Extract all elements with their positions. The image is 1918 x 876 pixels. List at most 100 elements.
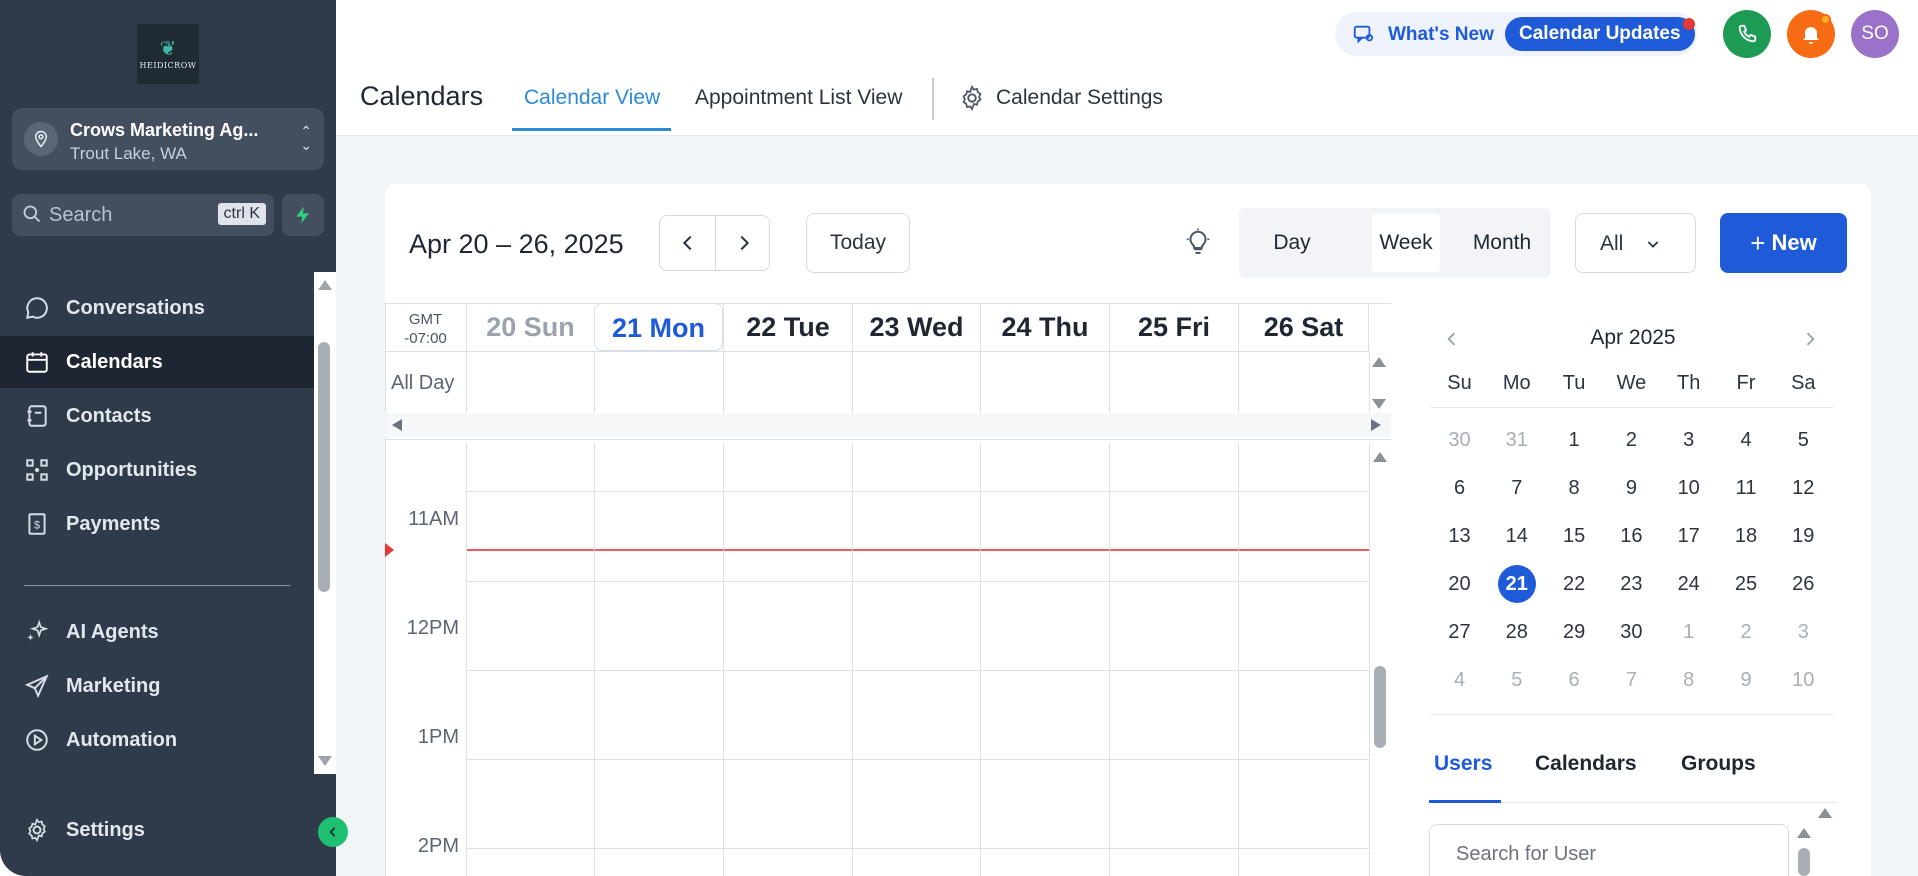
- day-header-tue[interactable]: 22 Tue: [723, 303, 852, 351]
- mini-calendar-day[interactable]: 30: [1603, 608, 1660, 656]
- sidebar-item-payments[interactable]: $ Payments: [0, 498, 314, 550]
- notifications-button[interactable]: [1787, 10, 1835, 58]
- view-month-button[interactable]: Month: [1453, 214, 1551, 272]
- mini-calendar-day[interactable]: 1: [1660, 608, 1717, 656]
- mini-calendar-day[interactable]: 18: [1718, 512, 1775, 560]
- mini-calendar-day[interactable]: 9: [1718, 656, 1775, 704]
- scrollbar-thumb[interactable]: [1374, 666, 1386, 748]
- mini-calendar-day[interactable]: 29: [1546, 608, 1603, 656]
- user-avatar[interactable]: SO: [1851, 10, 1899, 58]
- next-week-button[interactable]: [716, 230, 771, 261]
- mini-calendar-day[interactable]: 11: [1718, 464, 1775, 512]
- day-header-thu[interactable]: 24 Thu: [980, 303, 1109, 351]
- time-grid-scrollbar[interactable]: [1370, 443, 1391, 876]
- mini-calendar-day[interactable]: 3: [1775, 608, 1832, 656]
- mini-calendar-day[interactable]: 5: [1488, 656, 1545, 704]
- mini-calendar-day[interactable]: 9: [1603, 464, 1660, 512]
- day-header-fri[interactable]: 25 Fri: [1109, 303, 1238, 351]
- day-header-sun[interactable]: 20 Sun: [466, 303, 594, 351]
- company-logo[interactable]: ❦ HEIDICROW: [137, 24, 199, 84]
- sidebar-item-settings[interactable]: Settings: [0, 804, 314, 856]
- today-button[interactable]: Today: [806, 213, 910, 273]
- mini-calendar-day[interactable]: 20: [1431, 560, 1488, 608]
- mini-calendar-day[interactable]: 13: [1431, 512, 1488, 560]
- mini-calendar-day[interactable]: 30: [1431, 416, 1488, 464]
- tab-appointment-list-view[interactable]: Appointment List View: [695, 86, 902, 110]
- sidebar-item-marketing[interactable]: Marketing: [0, 660, 314, 712]
- mini-calendar-day[interactable]: 8: [1546, 464, 1603, 512]
- mini-calendar-day[interactable]: 7: [1488, 464, 1545, 512]
- scroll-left-arrow[interactable]: [392, 419, 402, 431]
- mini-calendar-day[interactable]: 25: [1718, 560, 1775, 608]
- collapse-sidebar-button[interactable]: [318, 817, 348, 847]
- allday-scroll-down-arrow[interactable]: [1372, 399, 1386, 409]
- sidebar-item-ai-agents[interactable]: AI Agents: [0, 606, 314, 658]
- lightbulb-icon[interactable]: [1183, 228, 1213, 263]
- sidebar-scrollbar[interactable]: [314, 272, 336, 774]
- scrollbar-thumb[interactable]: [318, 342, 330, 592]
- mini-calendar-day[interactable]: 26: [1775, 560, 1832, 608]
- tab-calendar-view[interactable]: Calendar View: [524, 86, 660, 110]
- mini-calendar-day[interactable]: 24: [1660, 560, 1717, 608]
- mini-calendar-day[interactable]: 2: [1718, 608, 1775, 656]
- mini-calendar-day[interactable]: 7: [1603, 656, 1660, 704]
- user-list-scrollbar[interactable]: [1797, 806, 1836, 876]
- mini-calendar-day[interactable]: 19: [1775, 512, 1832, 560]
- day-header-sat[interactable]: 26 Sat: [1238, 303, 1369, 351]
- scroll-up-arrow[interactable]: [318, 280, 332, 290]
- mini-calendar-day[interactable]: 10: [1660, 464, 1717, 512]
- scroll-up-arrow[interactable]: [1797, 828, 1811, 838]
- sidebar-item-contacts[interactable]: Contacts: [0, 390, 314, 442]
- mini-calendar-day[interactable]: 4: [1718, 416, 1775, 464]
- calendar-filter-select[interactable]: All: [1575, 213, 1696, 273]
- previous-week-button[interactable]: [660, 230, 715, 261]
- mini-calendar-day[interactable]: 12: [1775, 464, 1832, 512]
- calendar-updates-pill[interactable]: Calendar Updates: [1505, 17, 1695, 51]
- phone-button[interactable]: [1723, 10, 1771, 58]
- view-week-button[interactable]: Week: [1372, 214, 1440, 272]
- mini-calendar-day[interactable]: 6: [1431, 464, 1488, 512]
- mini-calendar-day[interactable]: 6: [1546, 656, 1603, 704]
- sidebar-item-calendars[interactable]: Calendars: [0, 336, 314, 388]
- mini-calendar-day[interactable]: 28: [1488, 608, 1545, 656]
- mini-calendar-day[interactable]: 1: [1546, 416, 1603, 464]
- tab-groups[interactable]: Groups: [1681, 752, 1756, 776]
- mini-calendar-day[interactable]: 10: [1775, 656, 1832, 704]
- mini-calendar-day[interactable]: 31: [1488, 416, 1545, 464]
- mini-calendar-day[interactable]: 21: [1488, 560, 1545, 608]
- sidebar-item-conversations[interactable]: Conversations: [0, 282, 314, 334]
- allday-scroll-up-arrow[interactable]: [1372, 357, 1386, 367]
- next-month-button[interactable]: [1800, 328, 1820, 350]
- scroll-down-arrow[interactable]: [318, 756, 332, 766]
- scroll-up-arrow[interactable]: [1818, 808, 1832, 818]
- mini-calendar-day[interactable]: 16: [1603, 512, 1660, 560]
- mini-calendar-day[interactable]: 17: [1660, 512, 1717, 560]
- sidebar-search[interactable]: Search ctrl K: [12, 194, 274, 236]
- tab-calendar-settings[interactable]: Calendar Settings: [958, 84, 1163, 112]
- account-switcher[interactable]: Crows Marketing Ag... Trout Lake, WA ⌃ ⌄: [12, 108, 324, 170]
- view-day-button[interactable]: Day: [1239, 214, 1345, 272]
- scroll-up-arrow[interactable]: [1373, 452, 1387, 462]
- day-header-wed[interactable]: 23 Wed: [852, 303, 980, 351]
- mini-calendar-day[interactable]: 3: [1660, 416, 1717, 464]
- sidebar-item-opportunities[interactable]: Opportunities: [0, 444, 314, 496]
- user-search-input[interactable]: Search for User: [1429, 824, 1789, 876]
- mini-calendar-day[interactable]: 8: [1660, 656, 1717, 704]
- horizontal-scrollbar[interactable]: [385, 413, 1391, 437]
- day-header-mon[interactable]: 21 Mon: [594, 303, 723, 351]
- mini-calendar-day[interactable]: 15: [1546, 512, 1603, 560]
- sidebar-item-automation[interactable]: Automation: [0, 714, 314, 766]
- mini-calendar-day[interactable]: 4: [1431, 656, 1488, 704]
- tab-calendars[interactable]: Calendars: [1535, 752, 1637, 776]
- mini-calendar-day[interactable]: 23: [1603, 560, 1660, 608]
- mini-calendar-day[interactable]: 14: [1488, 512, 1545, 560]
- scrollbar-thumb[interactable]: [1798, 848, 1810, 876]
- whats-new-banner[interactable]: What's New Calendar Updates: [1335, 12, 1697, 56]
- mini-calendar-day[interactable]: 5: [1775, 416, 1832, 464]
- mini-calendar-day[interactable]: 2: [1603, 416, 1660, 464]
- quick-action-button[interactable]: [282, 194, 324, 236]
- new-event-button[interactable]: + New: [1720, 213, 1847, 273]
- tab-users[interactable]: Users: [1434, 752, 1492, 776]
- scroll-right-arrow[interactable]: [1371, 419, 1381, 431]
- mini-calendar-day[interactable]: 27: [1431, 608, 1488, 656]
